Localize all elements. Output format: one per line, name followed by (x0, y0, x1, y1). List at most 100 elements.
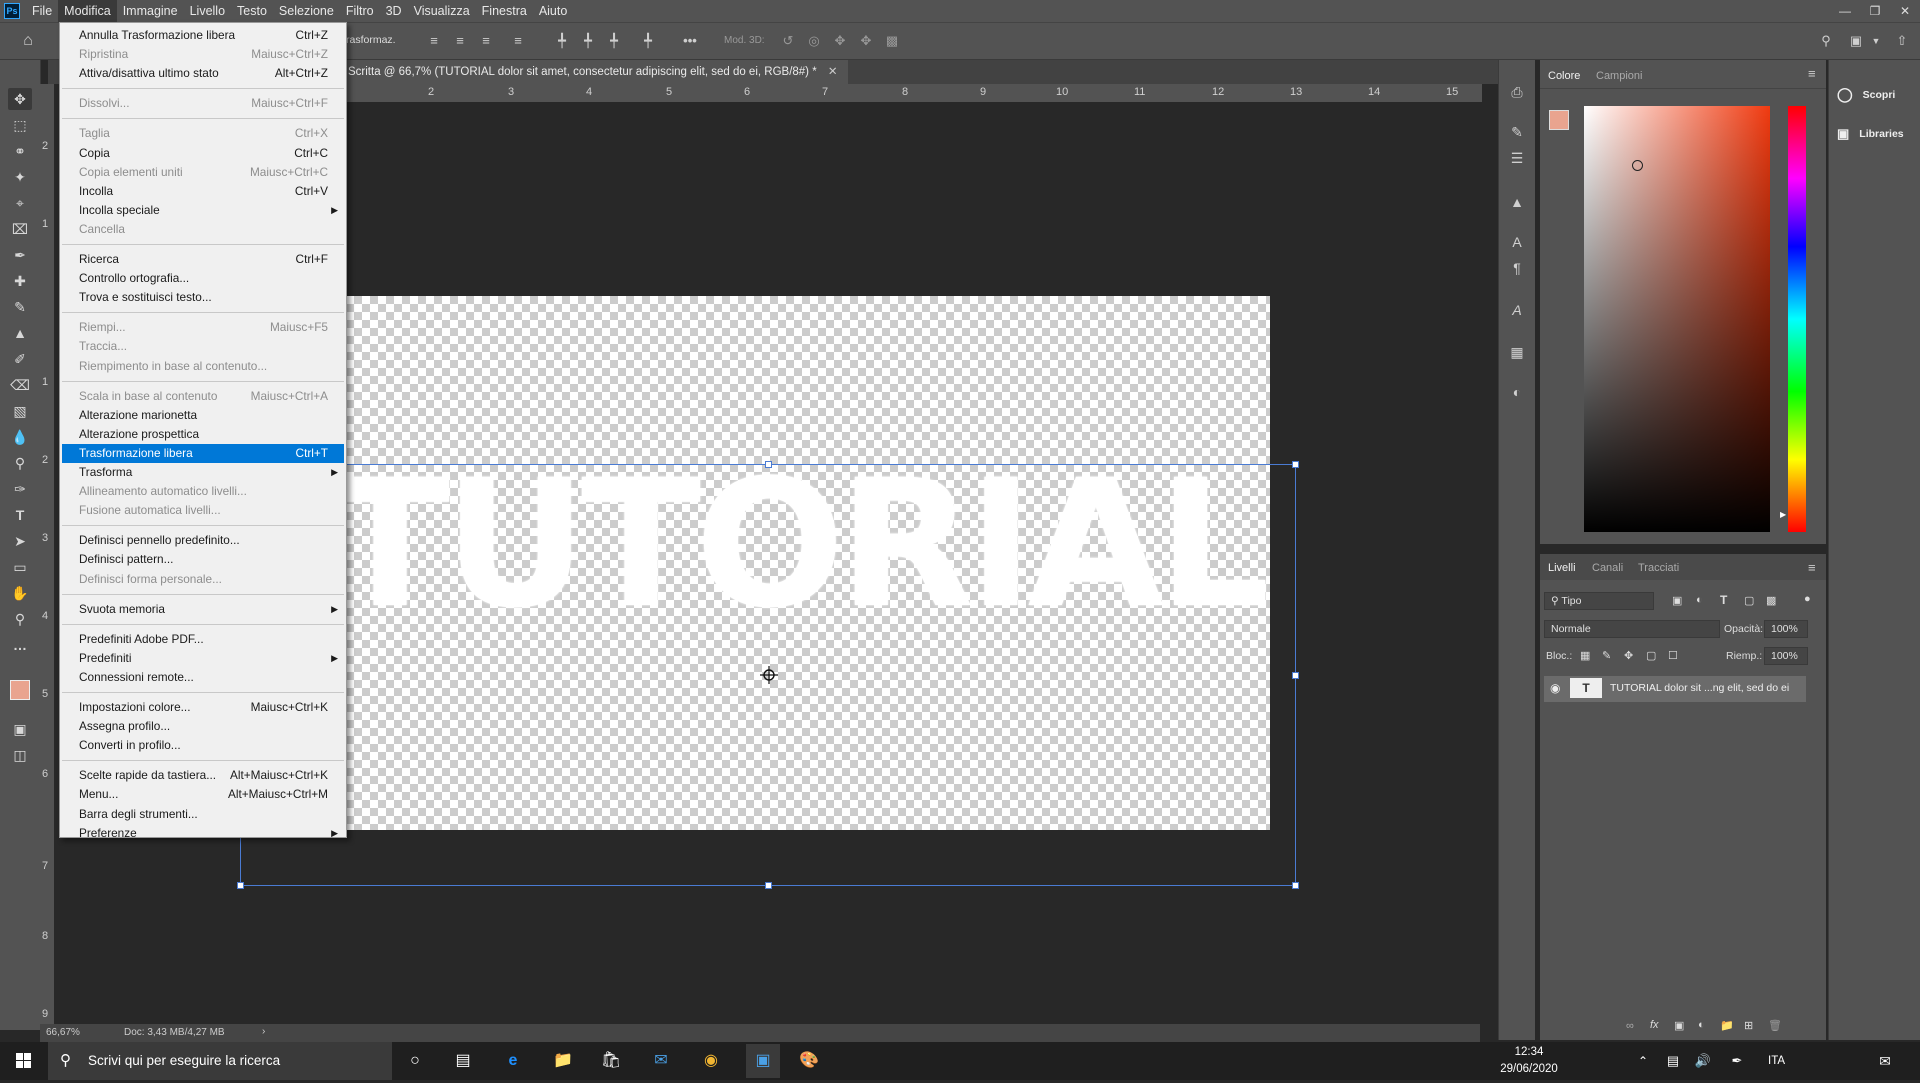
align-center-icon[interactable]: ≡ (452, 33, 468, 49)
chevron-down-icon[interactable]: ▼ (1868, 33, 1884, 49)
menu-item[interactable]: Predefiniti Adobe PDF... (62, 630, 344, 649)
crop-tool-icon[interactable]: ⌖ (8, 192, 32, 214)
menu-file[interactable]: File (26, 0, 58, 22)
pen-ink-icon[interactable]: ✒ (1724, 1050, 1750, 1072)
filter-toggle-icon[interactable]: ● (1804, 593, 1811, 605)
menu-item[interactable]: Trasforma ▶ (62, 463, 344, 482)
distribute-vertical-icon[interactable]: ╇ (640, 33, 656, 49)
new-group-icon[interactable]: 📁 (1720, 1019, 1734, 1032)
menu-item[interactable]: Alterazione prospettica (62, 425, 344, 444)
opacity-field[interactable]: 100% (1764, 620, 1808, 638)
taskbar-search[interactable]: ⚲ Scrivi qui per eseguire la ricerca (48, 1042, 392, 1080)
menu-item[interactable]: Definisci pennello predefinito... (62, 531, 344, 550)
menu-item[interactable]: Incolla speciale ▶ (62, 201, 344, 220)
menu-3d[interactable]: 3D (380, 0, 408, 22)
brushes-icon[interactable]: ✎ (1507, 122, 1527, 142)
distribute-icon[interactable]: ≡ (510, 33, 526, 49)
search-icon[interactable]: ⚲ (1818, 33, 1834, 49)
menu-item[interactable]: Ricerca Ctrl+F (62, 250, 344, 269)
libraries-button[interactable]: ▣ Libraries (1837, 126, 1904, 142)
screen-mode-icon[interactable]: ◫ (8, 744, 32, 766)
chrome-icon[interactable]: ◉ (698, 1050, 724, 1072)
add-mask-icon[interactable]: ▣ (1674, 1019, 1684, 1032)
notifications-icon[interactable]: ✉ (1872, 1050, 1898, 1072)
panel-menu-icon[interactable]: ≡ (1808, 66, 1816, 81)
menu-filtro[interactable]: Filtro (340, 0, 380, 22)
gradient-tool-icon[interactable]: ▧ (8, 400, 32, 422)
menu-item[interactable]: Copia Ctrl+C (62, 144, 344, 163)
quick-mask-icon[interactable]: ▣ (8, 718, 32, 740)
marquee-tool-icon[interactable]: ⬚ (8, 114, 32, 136)
blur-tool-icon[interactable]: 💧 (8, 426, 32, 448)
properties-icon[interactable]: ▦ (1507, 342, 1527, 362)
reference-point-icon[interactable] (760, 666, 778, 684)
lock-artboard-icon[interactable]: ▢ (1646, 649, 1656, 662)
menu-testo[interactable]: Testo (231, 0, 273, 22)
stamp-tool-icon[interactable]: ▲ (8, 322, 32, 344)
video-3d-icon[interactable]: ▩ (884, 33, 900, 49)
tab-canali[interactable]: Canali (1592, 562, 1623, 574)
filter-smart-icon[interactable]: ▩ (1766, 594, 1776, 607)
type-tool-icon[interactable]: T (8, 504, 32, 526)
align-middle-icon[interactable]: ╇ (580, 33, 596, 49)
menu-item[interactable]: Svuota memoria ▶ (62, 600, 344, 619)
paragraph-icon[interactable]: ¶ (1507, 258, 1527, 278)
menu-item[interactable]: Assegna profilo... (62, 717, 344, 736)
paint-icon[interactable]: 🎨 (796, 1050, 822, 1072)
close-tab-icon[interactable]: ✕ (828, 66, 838, 78)
align-left-icon[interactable]: ≡ (426, 33, 442, 49)
menu-item[interactable]: Trova e sostituisci testo... (62, 288, 344, 307)
history-icon[interactable]: ⎙ (1507, 82, 1527, 102)
store-icon[interactable]: 🛍 (598, 1050, 624, 1072)
menu-item[interactable]: Preferenze ▶ (62, 824, 344, 843)
cortana-icon[interactable]: ○ (402, 1050, 428, 1072)
document-tab[interactable]: Scritta @ 66,7% (TUTORIAL dolor sit amet… (300, 60, 848, 84)
filter-image-icon[interactable]: ▣ (1672, 594, 1682, 607)
adjust-icon[interactable]: ☰ (1507, 148, 1527, 168)
character-icon[interactable]: A (1507, 232, 1527, 252)
volume-icon[interactable]: 🔊 (1690, 1050, 1716, 1072)
magic-wand-tool-icon[interactable]: ✦ (8, 166, 32, 188)
menu-selezione[interactable]: Selezione (273, 0, 340, 22)
filter-shape-icon[interactable]: ▢ (1744, 594, 1754, 607)
tab-colore[interactable]: Colore (1548, 70, 1580, 82)
tab-tracciati[interactable]: Tracciati (1638, 562, 1679, 574)
task-view-icon[interactable]: ▤ (450, 1050, 476, 1072)
mail-icon[interactable]: ✉ (648, 1050, 674, 1072)
new-layer-icon[interactable]: ⊞ (1744, 1019, 1753, 1032)
menu-item[interactable]: Annulla Trasformazione libera Ctrl+Z (62, 26, 344, 45)
zoom-tool-icon[interactable]: ⚲ (8, 608, 32, 630)
orbit-3d-icon[interactable]: ↺ (780, 33, 796, 49)
menu-item[interactable]: Definisci pattern... (62, 550, 344, 569)
menu-item[interactable]: Alterazione marionetta (62, 406, 344, 425)
foreground-swatch[interactable] (1549, 110, 1569, 130)
dodge-tool-icon[interactable]: ⚲ (8, 452, 32, 474)
clone-source-icon[interactable]: ▲ (1507, 192, 1527, 212)
layer-row[interactable]: ◉ T TUTORIAL dolor sit ...ng elit, sed d… (1544, 676, 1806, 702)
tab-campioni[interactable]: Campioni (1596, 70, 1642, 82)
hue-pointer-icon[interactable]: ▶ (1780, 510, 1786, 519)
pan-3d-icon[interactable]: ✥ (832, 33, 848, 49)
eyedropper-tool-icon[interactable]: ✒ (8, 244, 32, 266)
share-icon[interactable]: ⇧ (1894, 33, 1910, 49)
restore-icon[interactable]: ❐ (1860, 0, 1890, 22)
edge-icon[interactable]: e (500, 1050, 526, 1072)
adjustments-icon[interactable]: ◐ (1507, 382, 1527, 402)
menu-item[interactable]: Trasformazione libera Ctrl+T (62, 443, 344, 463)
color-picker-field[interactable] (1584, 106, 1770, 532)
tab-livelli[interactable]: Livelli (1548, 562, 1576, 574)
menu-item[interactable]: Converti in profilo... (62, 736, 344, 755)
edit-toolbar-icon[interactable]: … (8, 634, 32, 656)
trash-icon[interactable]: 🗑 (1768, 1019, 1782, 1032)
menu-item[interactable]: Predefiniti ▶ (62, 649, 344, 668)
tray-chevron-icon[interactable]: ⌃ (1630, 1050, 1656, 1072)
photoshop-taskbar-icon[interactable]: ▣ (746, 1044, 780, 1078)
filter-type-icon[interactable]: T (1720, 593, 1727, 607)
lock-pixels-icon[interactable]: ▦ (1580, 649, 1590, 662)
transform-handle[interactable] (1292, 882, 1299, 889)
menu-visualizza[interactable]: Visualizza (408, 0, 476, 22)
menu-item[interactable]: Connessioni remote... (62, 668, 344, 687)
home-icon[interactable]: ⌂ (20, 33, 36, 49)
foreground-color-swatch[interactable] (10, 680, 30, 700)
language-indicator[interactable]: ITA (1768, 1055, 1785, 1067)
